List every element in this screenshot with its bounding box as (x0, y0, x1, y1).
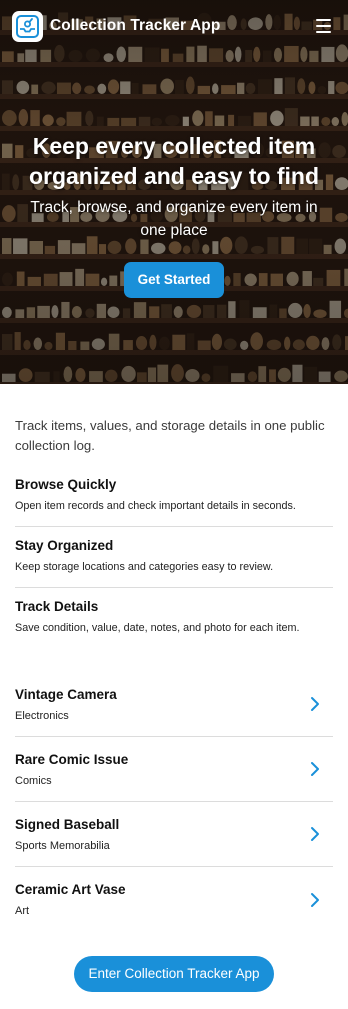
feature-list: Browse Quickly Open item records and che… (15, 466, 333, 648)
enter-app-button[interactable]: Enter Collection Tracker App (74, 956, 274, 992)
item-text: Signed Baseball Sports Memorabilia (15, 816, 307, 853)
item-name: Vintage Camera (15, 686, 117, 702)
item-category: Sports Memorabilia (15, 839, 110, 852)
app-title: Collection Tracker App (50, 17, 221, 34)
item-name: Signed Baseball (15, 816, 120, 832)
item-name: Ceramic Art Vase (15, 882, 126, 897)
hero-heading: Keep every collected item organized and … (28, 133, 320, 189)
feature-item: Stay Organized Keep storage locations an… (15, 527, 333, 588)
item-text: Ceramic Art Vase Art (15, 881, 307, 918)
item-category: Comics (15, 774, 52, 787)
feature-item: Track Details Save condition, value, dat… (15, 588, 333, 648)
item-name: Rare Comic Issue (15, 751, 129, 767)
item-text: Rare Comic Issue Comics (15, 751, 307, 788)
list-item[interactable]: Ceramic Art Vase Art (15, 867, 333, 932)
hamburger-menu-icon[interactable] (312, 14, 336, 38)
item-category: Electronics (15, 709, 69, 722)
chevron-right-icon[interactable] (307, 826, 323, 842)
collection-box-icon[interactable] (12, 10, 43, 42)
cta-section: Enter Collection Tracker App (15, 956, 333, 992)
list-item[interactable]: Rare Comic Issue Comics (15, 737, 333, 802)
top-navigation-bar: Collection Tracker App (0, 0, 348, 52)
chevron-right-icon[interactable] (307, 696, 323, 712)
feature-description: Open item records and check important de… (15, 500, 296, 512)
main-content: Track items, values, and storage details… (0, 416, 348, 992)
feature-title: Track Details (15, 599, 99, 614)
feature-title: Browse Quickly (15, 477, 117, 492)
intro-text: Track items, values, and storage details… (15, 418, 325, 453)
feature-item: Browse Quickly Open item records and che… (15, 466, 333, 527)
chevron-right-icon[interactable] (307, 761, 323, 777)
list-item[interactable]: Vintage Camera Electronics (15, 672, 333, 737)
hero-section: Collection Tracker App Keep every collec… (0, 0, 348, 384)
item-text: Vintage Camera Electronics (15, 686, 307, 723)
hero-subheading: Track, browse, and organize every item i… (30, 199, 318, 239)
item-category: Art (15, 905, 30, 917)
list-item[interactable]: Signed Baseball Sports Memorabilia (15, 802, 333, 867)
feature-description: Keep storage locations and categories ea… (15, 561, 274, 573)
chevron-right-icon[interactable] (307, 892, 323, 908)
hero-content: Keep every collected item organized and … (0, 131, 348, 298)
get-started-button[interactable]: Get Started (123, 262, 225, 298)
feature-title: Stay Organized (15, 538, 114, 553)
item-list: Vintage Camera Electronics Rare Comic Is… (15, 672, 333, 932)
feature-description: Save condition, value, date, notes, and … (15, 622, 300, 634)
